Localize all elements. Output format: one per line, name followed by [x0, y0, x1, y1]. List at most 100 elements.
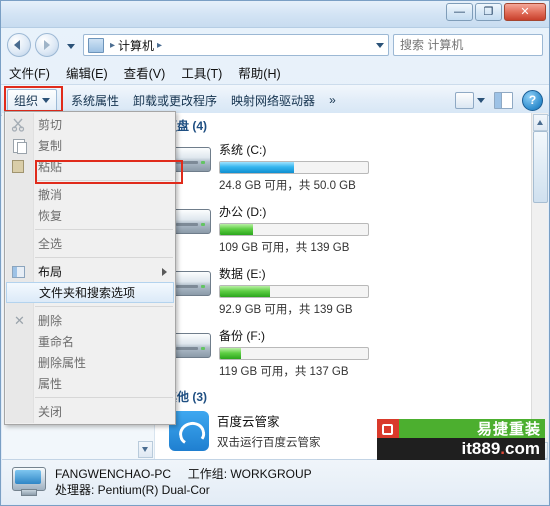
- menu-item-label: 文件夹和搜索选项: [39, 286, 136, 300]
- organize-menu[interactable]: 剪切 复制 粘贴 撤消 恢复 全选 布局 文件夹和搜索选项 ✕ 删除 重命名 删…: [4, 111, 176, 425]
- drive-row[interactable]: 系统 (C:) 24.8 GB 可用，共 50.0 GB: [155, 136, 548, 198]
- window-controls: — ❐ ✕: [446, 3, 546, 21]
- menu-item-remove-properties[interactable]: 删除属性: [5, 352, 175, 373]
- menu-view[interactable]: 查看(V): [124, 63, 166, 82]
- menu-bar: 文件(F) 编辑(E) 查看(V) 工具(T) 帮助(H): [1, 60, 549, 84]
- address-bar: ▸ 计算机 ▸: [1, 28, 550, 60]
- menu-item-label: 布局: [38, 265, 63, 279]
- organize-button[interactable]: 组织: [7, 88, 58, 112]
- capacity-bar: [219, 285, 369, 298]
- toolbar-overflow-button[interactable]: »: [329, 93, 336, 107]
- menu-tools[interactable]: 工具(T): [181, 63, 222, 82]
- map-network-drive-button[interactable]: 映射网络驱动器: [231, 92, 315, 109]
- group-header-other: 其他 (3): [165, 390, 208, 404]
- chevron-down-icon[interactable]: [477, 97, 485, 103]
- scissors-icon: [11, 117, 26, 132]
- scroll-up-icon[interactable]: [533, 114, 548, 131]
- menu-item-undo[interactable]: 撤消: [5, 184, 175, 205]
- organize-label: 组织: [14, 93, 39, 108]
- menu-item-paste[interactable]: 粘贴: [5, 156, 175, 177]
- forward-arrow-icon[interactable]: [35, 33, 59, 57]
- drive-name: 办公 (D:): [219, 205, 267, 219]
- drive-row[interactable]: 备份 (F:) 119 GB 可用，共 137 GB: [155, 322, 548, 384]
- menu-item-folder-and-search-options[interactable]: 文件夹和搜索选项: [6, 282, 174, 303]
- search-input[interactable]: [398, 37, 550, 53]
- menu-item-close[interactable]: 关闭: [5, 401, 175, 422]
- menu-separator: [35, 397, 173, 398]
- menu-item-label: 删除: [38, 314, 63, 328]
- menu-item-select-all[interactable]: 全选: [5, 233, 175, 254]
- copy-icon: [11, 138, 27, 154]
- status-bar: FANGWENCHAO-PC 工作组: WORKGROUP 处理器: Penti…: [2, 459, 548, 504]
- close-button[interactable]: ✕: [504, 3, 546, 21]
- uninstall-change-program-button[interactable]: 卸载或更改程序: [133, 92, 217, 109]
- menu-item-copy[interactable]: 复制: [5, 135, 175, 156]
- drive-name: 数据 (E:): [219, 267, 266, 281]
- menu-item-label: 关闭: [38, 405, 63, 419]
- menu-separator: [35, 229, 173, 230]
- watermark: 易捷重装 it889.com: [377, 419, 545, 460]
- watermark-url-name: it889: [461, 439, 501, 458]
- menu-file[interactable]: 文件(F): [9, 63, 50, 82]
- toolbar-right-group: ?: [455, 89, 543, 111]
- capacity-bar: [219, 223, 369, 236]
- computer-icon: [10, 466, 46, 498]
- chevron-down-icon[interactable]: [376, 43, 384, 48]
- menu-item-label: 属性: [38, 377, 63, 391]
- menu-item-label: 复制: [38, 139, 63, 153]
- system-properties-button[interactable]: 系统属性: [71, 92, 119, 109]
- view-mode-icon[interactable]: [455, 91, 474, 109]
- nav-scroll-down-icon[interactable]: [138, 441, 153, 458]
- menu-separator: [35, 180, 173, 181]
- computer-icon: [88, 37, 104, 53]
- scrollbar-thumb[interactable]: [533, 131, 548, 203]
- drive-name: 备份 (F:): [219, 329, 265, 343]
- menu-item-label: 重命名: [38, 335, 75, 349]
- drive-row[interactable]: 数据 (E:) 92.9 GB 可用，共 139 GB: [155, 260, 548, 322]
- breadcrumb[interactable]: ▸ 计算机 ▸: [83, 34, 389, 56]
- breadcrumb-root[interactable]: 计算机: [118, 37, 154, 54]
- drive-capacity-text: 92.9 GB 可用，共 139 GB: [219, 304, 353, 316]
- item-description: 双击运行百度云管家: [217, 437, 321, 449]
- preview-pane-icon[interactable]: [494, 91, 513, 109]
- paste-icon: [11, 159, 26, 174]
- drive-capacity-text: 24.8 GB 可用，共 50.0 GB: [219, 180, 356, 192]
- drive-row[interactable]: 办公 (D:) 109 GB 可用，共 139 GB: [155, 198, 548, 260]
- menu-item-redo[interactable]: 恢复: [5, 205, 175, 226]
- capacity-bar: [219, 347, 369, 360]
- menu-help[interactable]: 帮助(H): [238, 63, 280, 82]
- computer-name: FANGWENCHAO-PC: [55, 467, 172, 481]
- menu-item-cut[interactable]: 剪切: [5, 114, 175, 135]
- explorer-window: — ❐ ✕ ▸ 计算机 ▸ 文件(F) 编辑(E) 查看(V) 工具(T) 帮助…: [0, 0, 550, 506]
- recent-pages-icon[interactable]: [63, 37, 79, 53]
- layout-icon: [11, 264, 26, 279]
- maximize-button[interactable]: ❐: [475, 3, 502, 21]
- search-box[interactable]: [393, 34, 550, 56]
- processor-label: 处理器: Pentium(R) Dual-Cor: [55, 483, 210, 497]
- watermark-badge-icon: [377, 419, 399, 440]
- menu-item-rename[interactable]: 重命名: [5, 331, 175, 352]
- minimize-button[interactable]: —: [446, 3, 473, 21]
- delete-icon: ✕: [14, 313, 25, 328]
- watermark-url: it889.com: [377, 438, 545, 460]
- chevron-down-icon: [42, 97, 51, 103]
- submenu-arrow-icon: [162, 268, 167, 276]
- back-arrow-icon[interactable]: [7, 33, 31, 57]
- menu-separator: [35, 257, 173, 258]
- drive-capacity-text: 109 GB 可用，共 139 GB: [219, 242, 350, 254]
- menu-item-delete[interactable]: ✕ 删除: [5, 310, 175, 331]
- menu-edit[interactable]: 编辑(E): [66, 63, 108, 82]
- menu-item-label: 删除属性: [38, 356, 87, 370]
- item-name: 百度云管家: [217, 415, 280, 429]
- content-scrollbar[interactable]: [531, 113, 548, 460]
- menu-item-properties[interactable]: 属性: [5, 373, 175, 394]
- watermark-url-tld: com: [505, 439, 540, 458]
- menu-item-label: 剪切: [38, 118, 63, 132]
- help-icon[interactable]: ?: [522, 89, 543, 111]
- title-bar: — ❐ ✕: [1, 1, 549, 28]
- menu-item-layout[interactable]: 布局: [5, 261, 175, 282]
- menu-item-label: 全选: [38, 237, 63, 251]
- menu-separator: [35, 306, 173, 307]
- drive-capacity-text: 119 GB 可用，共 137 GB: [219, 366, 349, 378]
- workgroup-label: 工作组: WORKGROUP: [187, 467, 312, 481]
